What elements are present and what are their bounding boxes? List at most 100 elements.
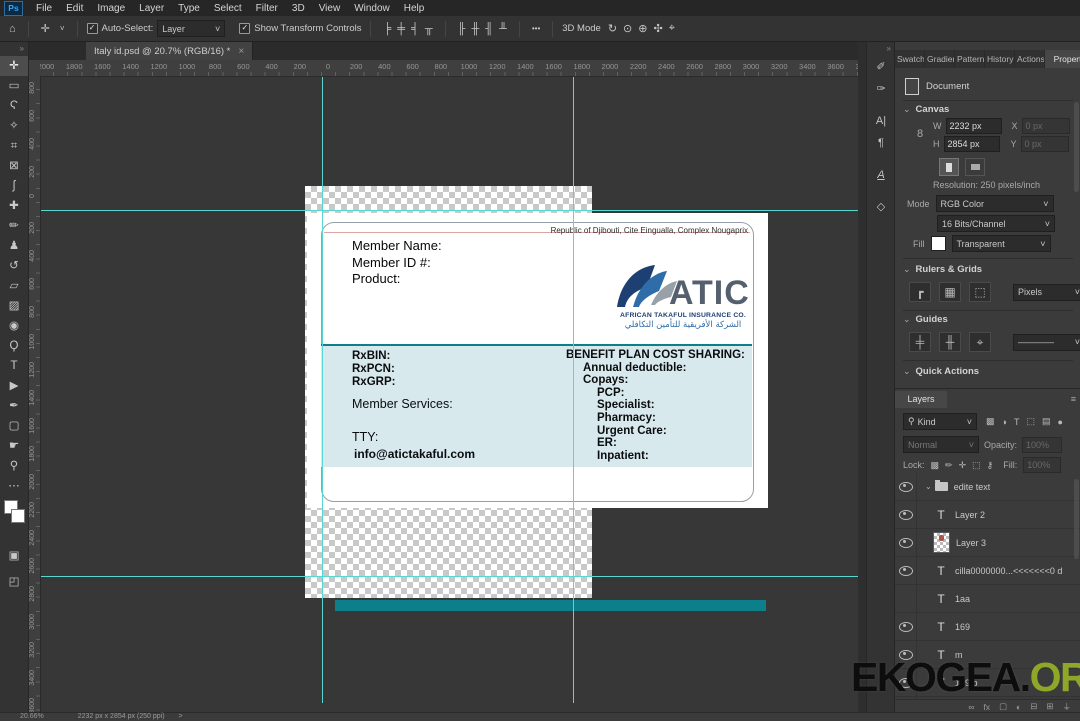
eraser-tool[interactable]: ▱ bbox=[0, 276, 28, 296]
panel-tab[interactable]: Gradients bbox=[925, 50, 955, 68]
move-tool-icon[interactable]: ✛ bbox=[38, 22, 53, 35]
layer-effects-icon[interactable]: fx bbox=[983, 702, 990, 712]
3d-zoom-icon[interactable]: ⌖ bbox=[666, 22, 678, 35]
mode-dropdown[interactable]: RGB Color˅ bbox=[936, 195, 1054, 212]
layer-visibility-toggle[interactable] bbox=[895, 557, 917, 584]
3d-panel-icon[interactable]: ◇ bbox=[867, 196, 895, 218]
horizontal-ruler[interactable]: 2000180016001400120010008006004002000200… bbox=[40, 60, 858, 77]
fill-swatch[interactable] bbox=[931, 236, 946, 251]
distribute-bottom-icon[interactable]: ╨ bbox=[496, 23, 510, 35]
filter-pixel-layers-icon[interactable]: ▩ bbox=[986, 416, 995, 427]
brushes-icon[interactable]: ✑ bbox=[867, 78, 895, 100]
layer-visibility-toggle[interactable] bbox=[895, 501, 917, 528]
link-layers-icon[interactable]: ∞ bbox=[968, 702, 974, 712]
show-transform-checkbox[interactable]: ✓ bbox=[239, 23, 250, 34]
document-tab[interactable]: Italy id.psd @ 20.7% (RGB/16) * × bbox=[86, 42, 253, 60]
layer-visibility-toggle[interactable] bbox=[895, 585, 917, 612]
clone-stamp-tool[interactable]: ♟ bbox=[0, 236, 28, 256]
chevron-down-icon[interactable]: ⌄ bbox=[903, 366, 911, 377]
filter-shape-layers-icon[interactable]: ⬚ bbox=[1026, 416, 1035, 427]
distribute-right-icon[interactable]: ╢ bbox=[482, 23, 496, 35]
insurance-card[interactable]: Republic of Djibouti, Cite Eingualla, Co… bbox=[307, 213, 768, 508]
crop-tool[interactable]: ⌗ bbox=[0, 136, 28, 156]
vertical-ruler[interactable]: 8006004002000200400600800100012001400160… bbox=[28, 76, 41, 712]
units-dropdown[interactable]: Pixels˅ bbox=[1013, 284, 1080, 301]
panel-divider[interactable] bbox=[858, 42, 866, 712]
menu-item[interactable]: 3D bbox=[285, 3, 312, 14]
type-tool[interactable]: T bbox=[0, 356, 28, 376]
quick-mask-icon[interactable]: ▣ bbox=[0, 546, 28, 566]
link-dimensions-icon[interactable]: 8 bbox=[917, 128, 923, 140]
layer-group-icon[interactable]: ⊟ bbox=[1030, 701, 1037, 712]
zoom-tool[interactable]: ⚲ bbox=[0, 456, 28, 476]
layer-row[interactable]: ⌄ T 169 bbox=[895, 613, 1080, 641]
layers-menu-icon[interactable]: ≡ bbox=[1071, 391, 1076, 408]
gradient-tool[interactable]: ▨ bbox=[0, 296, 28, 316]
horizontal-guide[interactable] bbox=[40, 210, 858, 211]
home-icon[interactable]: ⌂ bbox=[6, 23, 19, 35]
history-brush-tool[interactable]: ↺ bbox=[0, 256, 28, 276]
align-center-h-icon[interactable]: ╪ bbox=[394, 23, 408, 35]
lock-pixels-icon[interactable]: ✏ bbox=[945, 460, 953, 471]
photoshop-logo-icon[interactable]: Ps bbox=[4, 1, 23, 16]
orientation-landscape-button[interactable] bbox=[965, 158, 985, 176]
menu-item[interactable]: Image bbox=[90, 3, 132, 14]
brush-settings-icon[interactable]: ✐ bbox=[867, 56, 895, 78]
smart-guides-icon[interactable]: ╫ bbox=[939, 332, 961, 352]
layer-mask-icon[interactable]: ▢ bbox=[999, 701, 1007, 712]
tab-properties[interactable]: Properties bbox=[1045, 50, 1080, 68]
3d-roll-icon[interactable]: ⊙ bbox=[620, 22, 635, 35]
menu-item[interactable]: Layer bbox=[132, 3, 171, 14]
fill-field[interactable]: 100% bbox=[1023, 457, 1061, 473]
lock-position-icon[interactable]: ✛ bbox=[959, 460, 967, 471]
horizontal-guide[interactable] bbox=[40, 576, 858, 577]
more-options-icon[interactable]: ••• bbox=[529, 24, 543, 33]
layer-row[interactable]: ⌄ T cilla0000000...<<<<<<<0 d bbox=[895, 557, 1080, 585]
layer-row[interactable]: ⌄ T Layer 2 bbox=[895, 501, 1080, 529]
adjustment-layer-icon[interactable]: ◐ bbox=[1016, 702, 1021, 712]
menu-item[interactable]: Select bbox=[207, 3, 249, 14]
layers-scrollbar[interactable] bbox=[1074, 479, 1079, 559]
close-tab-icon[interactable]: × bbox=[238, 46, 244, 57]
panel-tab[interactable]: Patterns bbox=[955, 50, 985, 68]
background-color-swatch[interactable] bbox=[11, 509, 25, 523]
pen-tool[interactable]: ✒ bbox=[0, 396, 28, 416]
blend-mode-dropdown[interactable]: Normal˅ bbox=[903, 436, 979, 453]
eyedropper-tool[interactable]: ʃ bbox=[0, 176, 28, 196]
glyphs-panel-icon[interactable]: A bbox=[867, 164, 895, 186]
chevron-down-icon[interactable]: ⌄ bbox=[903, 104, 911, 115]
vertical-guide[interactable] bbox=[322, 76, 323, 703]
lock-transparency-icon[interactable]: ▩ bbox=[931, 460, 940, 471]
menu-item[interactable]: Type bbox=[171, 3, 207, 14]
clear-guides-icon[interactable]: ⌖ bbox=[969, 332, 991, 352]
distribute-center-icon[interactable]: ╫ bbox=[468, 23, 482, 35]
group-chevron-icon[interactable]: ⌄ bbox=[925, 482, 932, 491]
canvas-area[interactable]: Republic of Djibouti, Cite Eingualla, Co… bbox=[40, 76, 858, 703]
object-selection-tool[interactable]: ✧ bbox=[0, 116, 28, 136]
opacity-field[interactable]: 100% bbox=[1022, 437, 1062, 453]
lock-artboard-icon[interactable]: ⬚ bbox=[972, 460, 981, 471]
layer-row[interactable]: ⌄ T edite text bbox=[895, 473, 1080, 501]
frame-tool[interactable]: ⊠ bbox=[0, 156, 28, 176]
layer-row[interactable]: ⌄ T 1aa bbox=[895, 585, 1080, 613]
delete-layer-icon[interactable]: ⏚ bbox=[1062, 701, 1071, 713]
distribute-left-icon[interactable]: ╟ bbox=[455, 23, 469, 35]
panel-tab[interactable]: History bbox=[985, 50, 1015, 68]
auto-select-checkbox[interactable]: ✓ bbox=[87, 23, 98, 34]
layer-visibility-toggle[interactable] bbox=[895, 473, 917, 500]
properties-scrollbar[interactable] bbox=[1074, 102, 1079, 192]
bit-depth-dropdown[interactable]: 16 Bits/Channel˅ bbox=[937, 215, 1055, 232]
menu-item[interactable]: Window bbox=[347, 3, 397, 14]
paragraph-panel-icon[interactable]: ¶ bbox=[867, 132, 895, 154]
screen-mode-icon[interactable]: ◰ bbox=[0, 572, 28, 592]
orientation-portrait-button[interactable] bbox=[939, 158, 959, 176]
height-field[interactable]: 2854 px bbox=[944, 136, 1000, 152]
grid-toggle-icon[interactable]: ▦ bbox=[939, 282, 961, 302]
layer-filter-dropdown[interactable]: ⚲Kind ˅ bbox=[903, 413, 977, 430]
character-panel-icon[interactable]: A| bbox=[867, 110, 895, 132]
marquee-tool[interactable]: ▭ bbox=[0, 76, 28, 96]
3d-pan-icon[interactable]: ⊕ bbox=[635, 22, 650, 35]
guide-style-dropdown[interactable]: ————˅ bbox=[1013, 334, 1080, 351]
panel-tab[interactable]: Actions bbox=[1015, 50, 1045, 68]
tool-preset-arrow-icon[interactable]: ˅ bbox=[57, 24, 68, 33]
